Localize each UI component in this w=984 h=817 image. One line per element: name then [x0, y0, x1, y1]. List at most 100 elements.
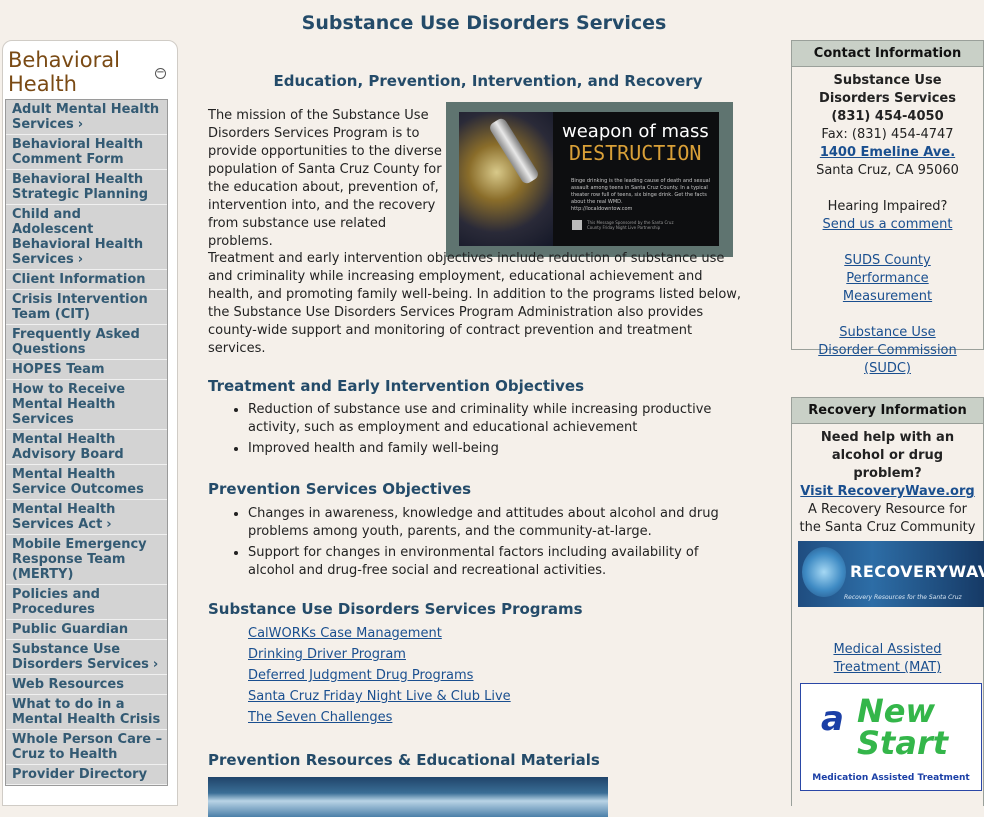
chevron-right-icon: › — [77, 117, 84, 132]
sidebar-item-label: Provider Directory — [12, 767, 148, 782]
poster-line1: weapon of mass — [562, 121, 709, 142]
list-item-text: Support for changes in environmental fac… — [248, 545, 699, 578]
contact-fax: Fax: (831) 454-4747 — [821, 127, 954, 142]
sidebar-item-label: Substance Use Disorders Services — [12, 642, 149, 672]
new-start-start: Start — [857, 724, 949, 762]
prevention-heading: Prevention Services Objectives — [208, 480, 472, 498]
contact-phone: (831) 454-4050 — [831, 109, 944, 124]
sidebar-item[interactable]: Mobile Emergency Response Team (MERTY) — [6, 535, 167, 585]
sidebar-item-label: Behavioral Health Comment Form — [12, 137, 144, 167]
sidebar-item-label: Client Information — [12, 272, 146, 287]
program-link[interactable]: Santa Cruz Friday Night Live & Club Live — [248, 689, 511, 704]
sudc-link[interactable]: Substance Use Disorder Commission (SUDC) — [818, 325, 957, 376]
send-comment-link[interactable]: Send us a comment — [823, 217, 953, 232]
bottle-image — [459, 112, 553, 246]
contact-body: Substance Use Disorders Services (831) 4… — [792, 67, 983, 384]
poster-logo — [572, 220, 582, 230]
program-link[interactable]: Drinking Driver Program — [248, 647, 406, 662]
sidebar-item[interactable]: Provider Directory — [6, 765, 167, 785]
sidebar-item-label: Mobile Emergency Response Team (MERTY) — [12, 537, 147, 582]
program-link[interactable]: Deferred Judgment Drug Programs — [248, 668, 473, 683]
address-link[interactable]: 1400 Emeline Ave. — [820, 145, 955, 160]
sidebar-item[interactable]: Child and Adolescent Behavioral Health S… — [6, 205, 167, 270]
sidebar-item[interactable]: Mental Health Service Outcomes — [6, 465, 167, 500]
list-item-text: Improved health and family well-being — [248, 441, 499, 456]
new-start-banner[interactable]: a New Start Medication Assisted Treatmen… — [800, 683, 982, 791]
contact-box: Contact Information Substance Use Disord… — [791, 40, 984, 376]
sidebar-item[interactable]: Substance Use Disorders Services › — [6, 640, 167, 675]
sidebar-item[interactable]: Policies and Procedures — [6, 585, 167, 620]
new-start-caption: Medication Assisted Treatment — [812, 773, 970, 783]
sidebar-item-label: Public Guardian — [12, 622, 129, 637]
prevention-list: Changes in awareness, knowledge and atti… — [208, 505, 748, 583]
program-link[interactable]: CalWORKs Case Management — [248, 626, 442, 641]
sidebar-item-label: Web Resources — [12, 677, 124, 692]
sidebar-item[interactable]: What to do in a Mental Health Crisis — [6, 695, 167, 730]
program-item: Santa Cruz Friday Night Live & Club Live — [248, 688, 511, 706]
collapse-icon[interactable]: − — [155, 68, 166, 79]
chevron-right-icon: › — [152, 657, 159, 672]
treatment-heading: Treatment and Early Intervention Objecti… — [208, 377, 585, 395]
sidebar-item[interactable]: Mental Health Advisory Board — [6, 430, 167, 465]
sidebar-item-label: Policies and Procedures — [12, 587, 100, 617]
list-item: Changes in awareness, knowledge and atti… — [248, 505, 748, 541]
sidebar-item[interactable]: How to Receive Mental Health Services — [6, 380, 167, 430]
wave-logo-icon — [802, 547, 846, 597]
program-item: Deferred Judgment Drug Programs — [248, 667, 511, 685]
treatment-list: Reduction of substance use and criminali… — [208, 401, 748, 461]
recoverywave-banner[interactable]: RECOVERYWAVE Recovery Resources for the … — [798, 541, 984, 607]
sidebar-item[interactable]: Adult Mental Health Services › — [6, 100, 167, 135]
list-item: Support for changes in environmental fac… — [248, 544, 748, 580]
sidebar-item[interactable]: HOPES Team — [6, 360, 167, 380]
list-item-text: Changes in awareness, knowledge and atti… — [248, 506, 719, 539]
sidebar-item-label: How to Receive Mental Health Services — [12, 382, 126, 427]
recoverywave-banner-text: RECOVERYWAVE — [850, 562, 984, 581]
contact-org: Substance Use Disorders Services — [819, 73, 956, 106]
mat-link[interactable]: Medical Assisted Treatment (MAT) — [833, 642, 941, 675]
recoverywave-banner-sub: Recovery Resources for the Santa Cruz Co… — [844, 594, 962, 601]
sidebar-item-label: Adult Mental Health Services — [12, 102, 160, 132]
program-item: Drinking Driver Program — [248, 646, 511, 664]
programs-heading: Substance Use Disorders Services Program… — [208, 600, 583, 618]
recovery-resource-text: A Recovery Resource for the Santa Cruz C… — [799, 502, 976, 535]
sidebar-item-label: Mental Health Services Act — [12, 502, 116, 532]
sidebar-item[interactable]: Behavioral Health Strategic Planning — [6, 170, 167, 205]
poster-footer: This Message Sponsored by the Santa Cruz… — [587, 220, 674, 230]
chevron-right-icon: › — [77, 252, 84, 267]
suds-performance-link[interactable]: SUDS County Performance Measurement — [843, 253, 932, 304]
hearing-impaired-label: Hearing Impaired? — [827, 199, 948, 214]
recovery-box: Recovery Information Need help with an a… — [791, 397, 984, 806]
recovery-heading: Recovery Information — [792, 398, 983, 424]
sidebar-item[interactable]: Client Information — [6, 270, 167, 290]
chevron-right-icon: › — [106, 517, 112, 532]
section-subtitle: Education, Prevention, Intervention, and… — [273, 72, 703, 90]
poster-body: Binge drinking is the leading cause of d… — [571, 178, 711, 213]
recovery-body: Need help with an alcohol or drug proble… — [792, 424, 984, 797]
new-start-new: New — [857, 692, 936, 730]
list-item: Improved health and family well-being — [248, 440, 748, 458]
sidebar-item[interactable]: Frequently Asked Questions — [6, 325, 167, 360]
recoverywave-link[interactable]: Visit RecoveryWave.org — [800, 484, 974, 499]
recovery-question: Need help with an alcohol or drug proble… — [820, 430, 955, 481]
sidebar-item-label: Frequently Asked Questions — [12, 327, 140, 357]
sidebar-item-label: What to do in a Mental Health Crisis — [12, 697, 161, 727]
mission-text: The mission of the Substance Use Disorde… — [208, 108, 442, 249]
sidebar-item-label: Mental Health Advisory Board — [12, 432, 124, 462]
poster-body-text: Binge drinking is the leading cause of d… — [571, 178, 711, 205]
sidebar-item-label: Behavioral Health Strategic Planning — [12, 172, 149, 202]
programs-list: CalWORKs Case Management Drinking Driver … — [208, 625, 511, 730]
contact-heading: Contact Information — [792, 41, 983, 67]
nav-title[interactable]: Behavioral Health — [8, 48, 148, 96]
list-item-text: Reduction of substance use and criminali… — [248, 402, 712, 435]
sidebar-item[interactable]: Public Guardian — [6, 620, 167, 640]
sidebar-item-label: Mental Health Service Outcomes — [12, 467, 144, 497]
sidebar-item[interactable]: Crisis Intervention Team (CIT) — [6, 290, 167, 325]
sidebar-item[interactable]: Web Resources — [6, 675, 167, 695]
page-title: Substance Use Disorders Services — [301, 12, 667, 34]
treatment-text: Treatment and early intervention objecti… — [208, 251, 742, 356]
new-start-a: a — [821, 699, 844, 739]
sidebar-item[interactable]: Behavioral Health Comment Form — [6, 135, 167, 170]
sidebar-item[interactable]: Mental Health Services Act › — [6, 500, 167, 535]
program-link[interactable]: The Seven Challenges — [248, 710, 392, 725]
sidebar-item[interactable]: Whole Person Care – Cruz to Health — [6, 730, 167, 765]
